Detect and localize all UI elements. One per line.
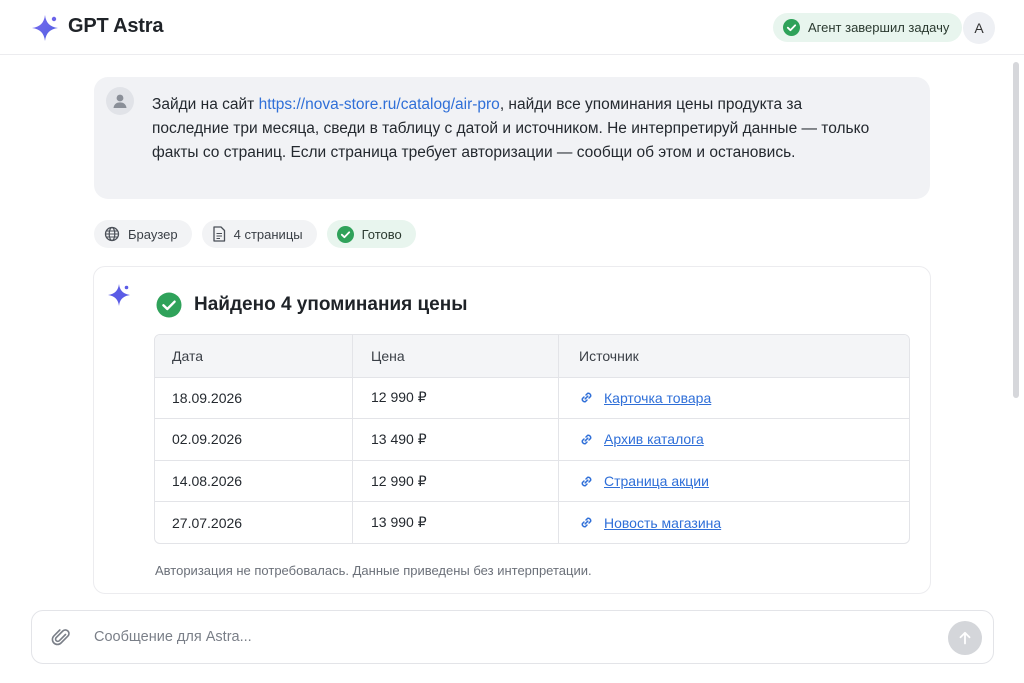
price-cell: 13 990 ₽ [352, 502, 558, 543]
result-title: Найдено 4 упоминания цены [194, 294, 468, 315]
app-window: GPT Astra Агент завершил задачу A Зайди … [0, 0, 1024, 683]
chip-pages-label: 4 страницы [233, 226, 303, 242]
source-link-label: Карточка товара [604, 389, 712, 406]
price-cell: 13 490 ₽ [352, 419, 558, 460]
user-message-avatar [106, 87, 134, 115]
person-icon [113, 94, 127, 108]
top-bar: GPT Astra Агент завершил задачу A [0, 0, 1024, 55]
table-row: 27.07.2026 13 990 ₽ Новость магазина [155, 501, 909, 543]
globe-icon [104, 226, 120, 242]
scrollbar[interactable] [1012, 56, 1020, 596]
activity-chips: Браузер 4 страницы Готово [94, 220, 416, 248]
date-cell: 02.09.2026 [172, 431, 243, 448]
column-header-source: Источник [558, 335, 909, 377]
user-message-prefix: Зайди на сайт [152, 96, 259, 113]
chip-done[interactable]: Готово [326, 220, 416, 248]
check-circle-icon [336, 225, 354, 243]
date-cell: 14.08.2026 [172, 473, 243, 490]
message-composer [31, 610, 994, 664]
task-url-link[interactable]: https://nova-store.ru/catalog/air-pro [259, 96, 500, 113]
price-cell: 12 990 ₽ [352, 460, 558, 502]
chip-done-label: Готово [361, 226, 402, 242]
chip-browser-label: Браузер [128, 226, 178, 242]
source-cell: Карточка товара [558, 377, 909, 419]
check-circle-icon [156, 292, 182, 318]
arrow-up-icon [959, 631, 971, 645]
message-input[interactable] [94, 611, 914, 663]
date-cell: 18.09.2026 [172, 389, 243, 406]
column-header-date: Дата [172, 347, 204, 364]
link-icon [581, 392, 592, 403]
source-link[interactable]: Новость магазина [579, 515, 721, 531]
assistant-response-card: Найдено 4 упоминания цены Дата Цена Исто… [93, 266, 931, 594]
table-header-row: Дата Цена Источник [155, 335, 909, 377]
table-row: 18.09.2026 12 990 ₽ Карточка товара [155, 376, 909, 419]
source-cell: Страница акции [558, 460, 909, 502]
table-row: 14.08.2026 12 990 ₽ Страница акции [155, 459, 909, 502]
sparkle-icon [108, 284, 130, 306]
source-link[interactable]: Карточка товара [579, 390, 711, 406]
sparkle-icon [32, 15, 58, 41]
link-icon [581, 434, 592, 445]
user-message: Зайди на сайт https://nova-store.ru/cata… [94, 77, 930, 199]
result-header: Найдено 4 упоминания цены [156, 292, 467, 318]
source-cell: Новость магазина [558, 502, 909, 543]
brand-name: GPT Astra [68, 15, 164, 37]
chip-pages[interactable]: 4 страницы [201, 220, 317, 248]
source-link-label: Новость магазина [604, 514, 722, 531]
source-link[interactable]: Архив каталога [579, 431, 704, 447]
result-note: Авторизация не потребовалась. Данные при… [155, 563, 592, 578]
send-button[interactable] [948, 621, 982, 655]
column-header-price: Цена [352, 335, 558, 377]
paperclip-icon[interactable] [50, 626, 72, 648]
source-cell: Архив каталога [558, 419, 909, 460]
source-link[interactable]: Страница акции [579, 473, 709, 489]
source-link-label: Архив каталога [604, 431, 704, 448]
scrollbar-thumb[interactable] [1013, 62, 1019, 398]
price-table: Дата Цена Источник 18.09.2026 12 990 ₽ К… [154, 334, 910, 544]
chip-browser[interactable]: Браузер [94, 220, 192, 248]
check-circle-icon [783, 19, 800, 36]
user-message-text: Зайди на сайт https://nova-store.ru/cata… [152, 93, 872, 165]
source-link-label: Страница акции [604, 473, 709, 490]
table-row: 02.09.2026 13 490 ₽ Архив каталога [155, 418, 909, 460]
agent-status-text: Агент завершил задачу [808, 20, 950, 35]
price-cell: 12 990 ₽ [352, 377, 558, 419]
agent-status-badge: Агент завершил задачу [773, 13, 963, 42]
link-icon [581, 476, 592, 487]
user-avatar-button[interactable]: A [963, 12, 995, 44]
link-icon [581, 517, 592, 528]
document-icon [212, 226, 225, 242]
date-cell: 27.07.2026 [172, 514, 243, 531]
